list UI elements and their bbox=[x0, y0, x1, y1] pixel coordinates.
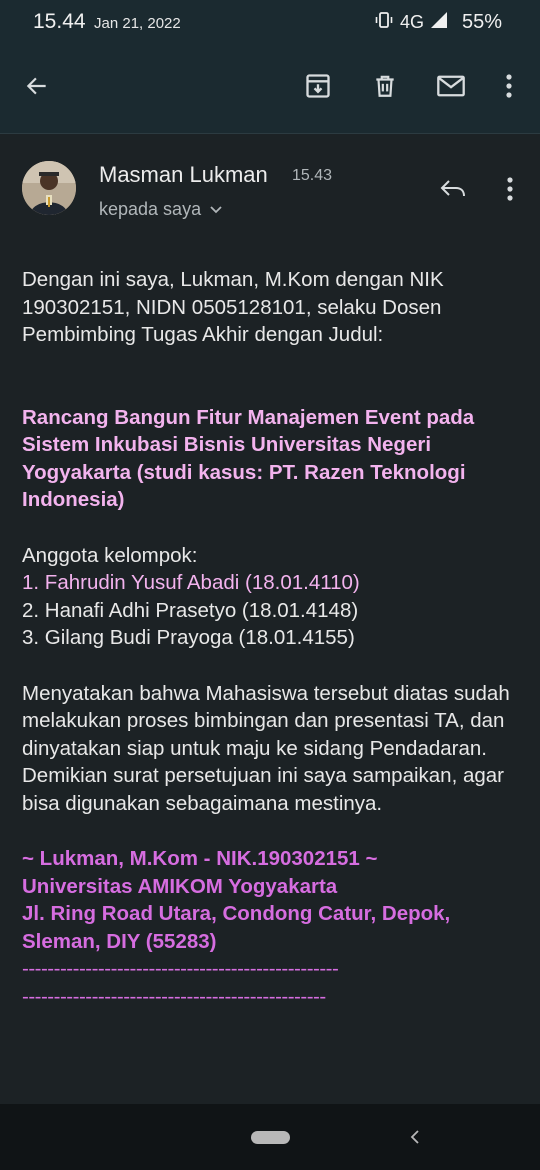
nav-back-button[interactable] bbox=[405, 1125, 425, 1149]
member-item[interactable]: 1. Fahrudin Yusuf Abadi (18.01.4110) bbox=[22, 569, 522, 597]
status-indicators: 4G 55% bbox=[374, 8, 502, 36]
delete-button[interactable] bbox=[365, 66, 405, 106]
back-button[interactable] bbox=[17, 66, 57, 106]
vibrate-icon bbox=[374, 10, 394, 35]
recipient-details[interactable]: kepada saya bbox=[99, 199, 223, 220]
avatar[interactable] bbox=[22, 161, 76, 215]
member-item: 2. Hanafi Adhi Prasetyo (18.01.4148) bbox=[22, 598, 359, 622]
more-vert-icon bbox=[507, 177, 513, 201]
divider-line: ----------------------------------------… bbox=[22, 984, 326, 1008]
arrow-left-icon bbox=[26, 77, 46, 95]
chevron-left-icon bbox=[410, 1130, 419, 1144]
sender-name: Masman Lukman bbox=[99, 162, 268, 187]
status-date: Jan 21, 2022 bbox=[94, 15, 181, 32]
email-body: Dengan ini saya, Lukman, M.Kom dengan NI… bbox=[22, 266, 522, 1010]
mark-unread-button[interactable] bbox=[431, 66, 471, 106]
intro-paragraph: Dengan ini saya, Lukman, M.Kom dengan NI… bbox=[22, 268, 444, 346]
archive-button[interactable] bbox=[298, 66, 338, 106]
home-gesture-pill[interactable] bbox=[251, 1131, 290, 1144]
members-heading: Anggota kelompok: bbox=[22, 543, 198, 567]
mail-icon bbox=[437, 75, 465, 97]
thesis-title: Rancang Bangun Fitur Manajemen Event pad… bbox=[22, 405, 475, 512]
app-header: 15.44 Jan 21, 2022 4G 55% bbox=[0, 0, 540, 134]
signature-line: Universitas AMIKOM Yogyakarta bbox=[22, 874, 338, 898]
battery-level: 55% bbox=[461, 10, 502, 33]
status-time: 15.44 bbox=[33, 10, 86, 33]
statement-paragraph: Menyatakan bahwa Mahasiswa tersebut diat… bbox=[22, 681, 510, 760]
more-options-button[interactable] bbox=[489, 66, 529, 106]
archive-icon bbox=[306, 74, 330, 98]
network-type: 4G bbox=[399, 11, 424, 32]
email-header: Masman Lukman 15.43 kepada saya bbox=[0, 134, 540, 244]
message-more-button[interactable] bbox=[492, 172, 528, 206]
signal-icon bbox=[430, 11, 448, 34]
closing-paragraph: Demikian surat persetujuan ini saya samp… bbox=[22, 764, 505, 815]
system-nav-bar bbox=[0, 1104, 540, 1170]
signature-line: ~ Lukman, M.Kom - NIK.190302151 ~ bbox=[22, 847, 378, 870]
reply-icon bbox=[440, 180, 465, 197]
reply-button[interactable] bbox=[433, 172, 473, 206]
more-vert-icon bbox=[506, 74, 512, 98]
sent-time: 15.43 bbox=[292, 167, 333, 184]
chevron-down-icon bbox=[210, 205, 222, 213]
divider-line: ----------------------------------------… bbox=[22, 957, 339, 980]
trash-icon bbox=[376, 75, 394, 97]
toolbar bbox=[0, 56, 540, 118]
member-item: 3. Gilang Budi Prayoga (18.01.4155) bbox=[22, 626, 355, 649]
recipient-label: kepada saya bbox=[99, 199, 202, 219]
signature-line: Jl. Ring Road Utara, Condong Catur, Depo… bbox=[22, 902, 451, 953]
status-bar: 15.44 Jan 21, 2022 4G 55% bbox=[0, 0, 540, 44]
